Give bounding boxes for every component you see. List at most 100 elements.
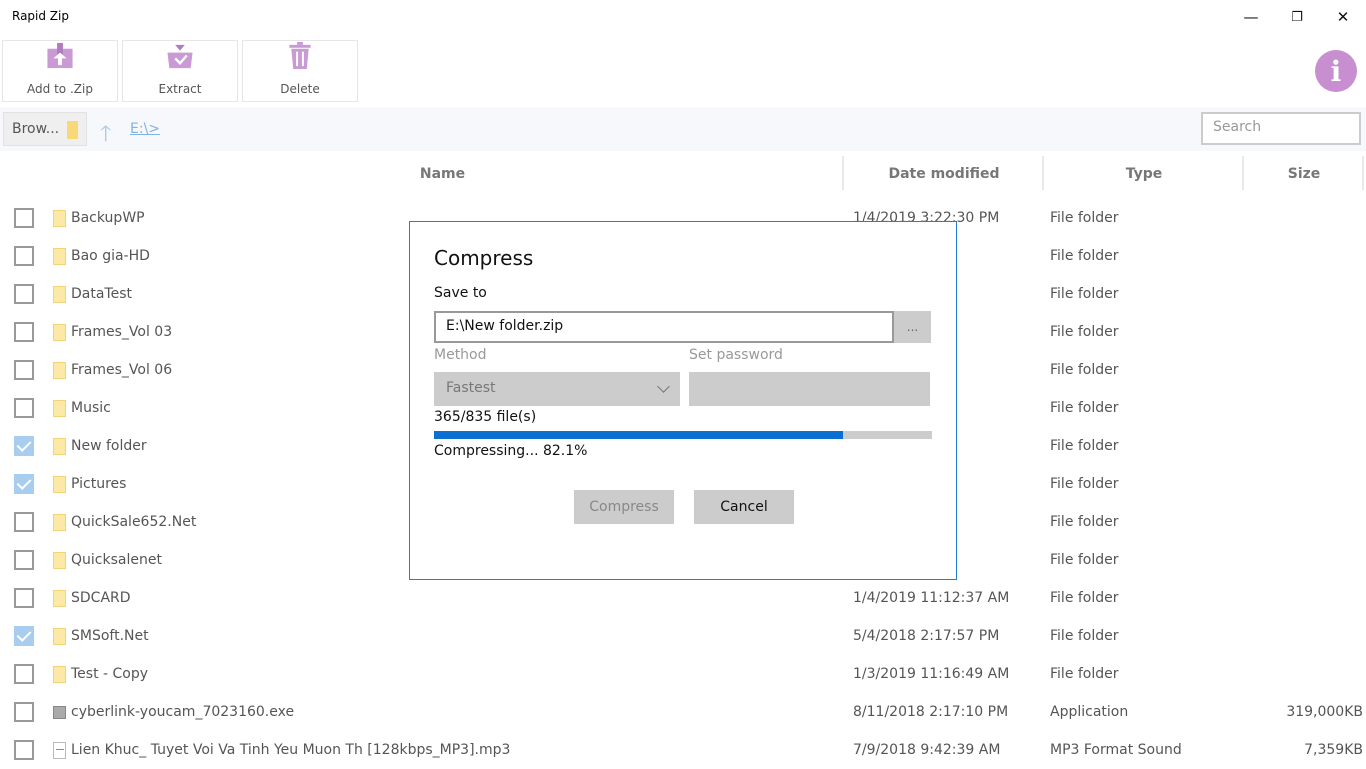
restore-button[interactable]: ❐ <box>1274 0 1320 34</box>
browse-label: Brow... <box>12 121 60 137</box>
file-row[interactable]: SMSoft.Net 5/4/2018 2:17:57 PM File folder <box>0 617 1366 655</box>
file-row[interactable]: cyberlink-youcam_7023160.exe 8/11/2018 2:… <box>0 693 1366 731</box>
folder-icon <box>53 362 66 379</box>
title-bar: Rapid Zip — ❐ ✕ <box>0 0 1366 34</box>
file-type: MP3 Format Sound <box>1050 742 1182 758</box>
trash-icon <box>289 41 311 70</box>
folder-icon <box>53 324 66 341</box>
file-name: Pictures <box>71 476 127 492</box>
compress-dialog: Compress Save to E:\New folder.zip ... M… <box>409 221 957 580</box>
password-input[interactable] <box>689 372 930 406</box>
password-label: Set password <box>689 347 783 363</box>
method-select[interactable]: Fastest <box>434 372 680 406</box>
cancel-button[interactable]: Cancel <box>694 490 794 524</box>
extract-icon <box>167 44 193 69</box>
up-arrow-icon[interactable]: 🡑 <box>100 117 111 155</box>
add-to-zip-label: Add to .Zip <box>27 82 93 96</box>
file-name: Test - Copy <box>71 666 149 682</box>
file-name: SMSoft.Net <box>71 628 149 644</box>
file-type: File folder <box>1050 362 1119 378</box>
file-name: QuickSale652.Net <box>71 514 197 530</box>
browse-button[interactable]: Brow... <box>3 112 87 146</box>
row-checkbox[interactable] <box>14 664 34 684</box>
folder-icon <box>53 286 66 303</box>
file-name: BackupWP <box>71 210 145 226</box>
folder-icon <box>53 552 66 569</box>
folder-icon <box>53 210 66 227</box>
folder-icon <box>53 666 66 683</box>
file-type: File folder <box>1050 590 1119 606</box>
file-type: File folder <box>1050 666 1119 682</box>
add-archive-icon <box>47 42 73 69</box>
close-button[interactable]: ✕ <box>1320 0 1366 34</box>
dialog-title: Compress <box>434 246 534 270</box>
file-date: 8/11/2018 2:17:10 PM <box>853 704 1009 720</box>
row-checkbox[interactable] <box>14 474 34 494</box>
file-row[interactable]: Test - Copy 1/3/2019 11:16:49 AM File fold… <box>0 655 1366 693</box>
row-checkbox[interactable] <box>14 284 34 304</box>
file-name: cyberlink-youcam_7023160.exe <box>71 704 295 720</box>
file-name: Music <box>71 400 111 416</box>
row-checkbox[interactable] <box>14 550 34 570</box>
file-row[interactable]: SDCARD 1/4/2019 11:12:37 AM File folder <box>0 579 1366 617</box>
row-checkbox[interactable] <box>14 702 34 722</box>
file-type: File folder <box>1050 514 1119 530</box>
app-icon <box>53 706 66 719</box>
row-checkbox[interactable] <box>14 436 34 456</box>
column-size[interactable]: Size <box>1244 156 1364 192</box>
column-date-modified[interactable]: Date modified <box>844 156 1044 192</box>
search-input[interactable]: Search <box>1201 112 1361 145</box>
path-bar: Brow... 🡑 E:\> Search <box>0 107 1366 151</box>
app-title: Rapid Zip <box>12 9 69 23</box>
file-type: File folder <box>1050 552 1119 568</box>
file-date: 5/4/2018 2:17:57 PM <box>853 628 1000 644</box>
progress-bar <box>434 431 932 439</box>
row-checkbox[interactable] <box>14 740 34 760</box>
row-checkbox[interactable] <box>14 360 34 380</box>
folder-icon <box>67 121 78 139</box>
column-name[interactable]: Name <box>0 156 885 192</box>
file-type: File folder <box>1050 476 1119 492</box>
extract-button[interactable]: Extract <box>122 40 238 102</box>
folder-icon <box>53 514 66 531</box>
file-type: Application <box>1050 704 1129 720</box>
row-checkbox[interactable] <box>14 208 34 228</box>
row-checkbox[interactable] <box>14 246 34 266</box>
file-name: Quicksalenet <box>71 552 162 568</box>
current-path-link[interactable]: E:\> <box>130 121 160 137</box>
file-type: File folder <box>1050 438 1119 454</box>
file-name: SDCARD <box>71 590 131 606</box>
delete-button[interactable]: Delete <box>242 40 358 102</box>
folder-icon <box>53 438 66 455</box>
mp3-icon <box>53 742 66 759</box>
minimize-button[interactable]: — <box>1228 0 1274 34</box>
file-size: 7,359KB <box>1304 742 1363 758</box>
row-checkbox[interactable] <box>14 588 34 608</box>
extract-label: Extract <box>158 82 202 96</box>
column-type[interactable]: Type <box>1044 156 1244 192</box>
delete-label: Delete <box>280 82 320 96</box>
browse-save-button[interactable]: ... <box>894 311 931 343</box>
compress-button[interactable]: Compress <box>574 490 674 524</box>
row-checkbox[interactable] <box>14 322 34 342</box>
folder-icon <box>53 248 66 265</box>
method-value: Fastest <box>446 380 496 396</box>
info-button[interactable]: i <box>1315 50 1357 92</box>
file-row[interactable]: Lien Khuc_ Tuyet Voi Va Tinh Yeu Muon Th… <box>0 731 1366 769</box>
file-type: File folder <box>1050 210 1119 226</box>
file-type: File folder <box>1050 248 1119 264</box>
file-date: 1/3/2019 11:16:49 AM <box>853 666 1010 682</box>
file-count: 365/835 file(s) <box>434 409 537 425</box>
column-divider[interactable] <box>1362 156 1364 190</box>
row-checkbox[interactable] <box>14 626 34 646</box>
folder-icon <box>53 476 66 493</box>
row-checkbox[interactable] <box>14 398 34 418</box>
folder-icon <box>53 590 66 607</box>
row-checkbox[interactable] <box>14 512 34 532</box>
save-path-input[interactable]: E:\New folder.zip <box>434 311 894 343</box>
file-type: File folder <box>1050 628 1119 644</box>
save-to-label: Save to <box>434 285 487 301</box>
add-to-zip-button[interactable]: Add to .Zip <box>2 40 118 102</box>
progress-status: Compressing... 82.1% <box>434 443 588 459</box>
column-header: Name Date modified Type Size <box>0 156 1366 192</box>
